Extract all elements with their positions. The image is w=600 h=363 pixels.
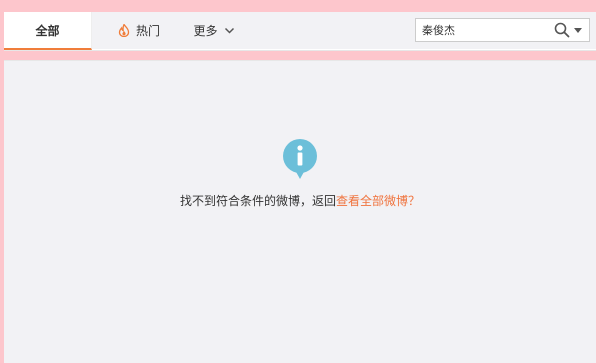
search-icon[interactable] (554, 22, 570, 38)
tab-all[interactable]: 全部 (4, 12, 92, 50)
info-icon (283, 139, 317, 179)
empty-state-text: 找不到符合条件的微博，返回 (179, 194, 336, 208)
search-input[interactable] (422, 22, 542, 38)
tab-more[interactable]: 更多 (174, 12, 254, 49)
tab-hot-label: 热门 (135, 24, 160, 38)
chevron-down-icon (224, 27, 234, 34)
tab-hot[interactable]: 热门 (104, 12, 174, 49)
feed-panel: 全部 热门 更多 秦俊杰 找不到符合条件的微博，返回查看全部微博？ (4, 12, 596, 363)
fire-icon (118, 24, 130, 37)
empty-result-area: 找不到符合条件的微博，返回查看全部微博？ (4, 60, 596, 363)
caret-down-icon[interactable] (574, 28, 582, 33)
tab-all-label: 全部 (35, 23, 60, 38)
tab-bar: 全部 热门 更多 (4, 12, 596, 51)
empty-state-message: 找不到符合条件的微博，返回查看全部微博？ (4, 192, 596, 209)
view-all-weibo-link[interactable]: 查看全部微博？ (336, 194, 420, 208)
search-box (415, 18, 590, 42)
tab-more-label: 更多 (193, 24, 218, 38)
